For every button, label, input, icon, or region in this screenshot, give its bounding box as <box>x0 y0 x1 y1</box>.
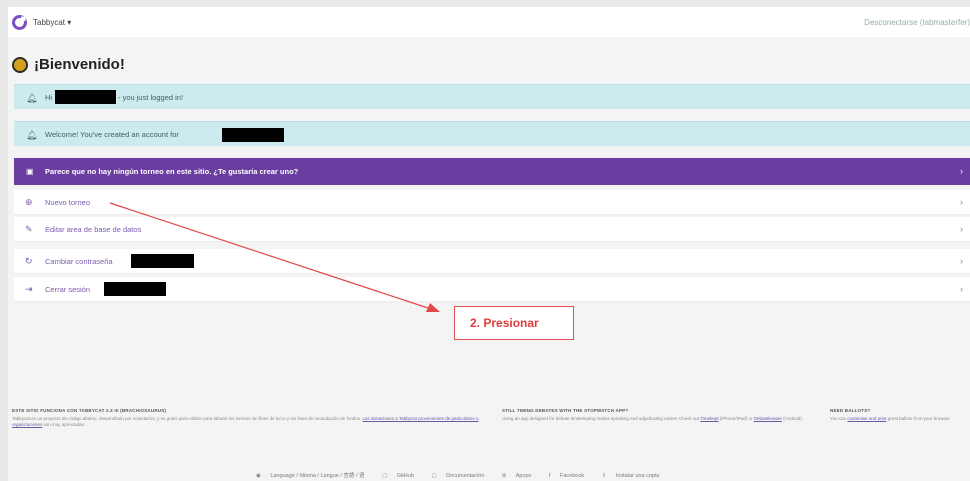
edit-icon: ✎ <box>25 224 33 234</box>
footer-col-about: ESTE SITIO FUNCIONA CON TABBYCAT 2.3 III… <box>12 408 482 428</box>
chevron-right-icon: › <box>960 197 963 207</box>
footer-timing-title: STILL TIMING DEBATES WITH THE STOPWATCH … <box>502 408 629 413</box>
facebook-label: Facebook <box>559 473 585 479</box>
refresh-icon: ↻ <box>25 256 33 266</box>
plus-circle-icon: ⊕ <box>25 197 33 207</box>
github-label: GitHub <box>396 473 414 479</box>
footer-print-link[interactable]: customise and print <box>847 416 886 421</box>
footer-timing-tail: (Android). <box>783 416 804 421</box>
support-link[interactable]: ⊚ Apoyo <box>502 473 539 479</box>
annotation-label: 2. Presionar <box>470 316 539 330</box>
top-navbar: Tabbycat ▾ Desconectarse (tabmasterfer) <box>8 7 970 37</box>
footer-ballots-tail: great ballots from your browser <box>887 416 950 421</box>
footer-about-text: Tabbycat es un proyecto de código abiert… <box>12 416 362 421</box>
redacted-username <box>222 128 284 142</box>
footer-debatekeeper-link[interactable]: Debatekeeper <box>754 416 782 421</box>
no-tournament-banner[interactable]: ▣ Parece que no hay ningún torneo en est… <box>14 158 970 185</box>
footer-timekept-link[interactable]: Timekept <box>700 416 718 421</box>
footer-links: ◉ Language / Idioma / Langue / 言語 / 语 ▢ … <box>256 471 675 479</box>
redacted-username <box>104 282 166 296</box>
install-label: Instalar una copia <box>615 473 660 479</box>
chevron-right-icon: › <box>960 284 963 294</box>
footer-col-ballots: NEED BALLOTS? You can customise and prin… <box>830 408 970 422</box>
account-alert: 🔔︎ Welcome! You've created an account fo… <box>14 121 970 146</box>
menu-edit-database[interactable]: ✎ Editar area de base de datos › <box>14 217 970 242</box>
redacted-username <box>131 254 194 268</box>
menu-change-password[interactable]: ↻ Cambiar contraseña › <box>14 249 970 274</box>
footer-col-timing: STILL TIMING DEBATES WITH THE STOPWATCH … <box>502 408 812 422</box>
login-alert: 🔔︎ Hi - you just logged in! <box>14 84 970 109</box>
download-icon: ⇩ <box>601 473 607 479</box>
menu-logout[interactable]: ⇥ Cerrar sesión › <box>14 277 970 302</box>
help-icon: ⊚ <box>501 473 507 479</box>
github-icon: ▢ <box>382 473 388 479</box>
facebook-icon: f <box>548 473 551 479</box>
chevron-right-icon: › <box>960 224 963 234</box>
book-icon: ▢ <box>431 473 437 479</box>
info-icon: ▣ <box>26 167 34 176</box>
install-link[interactable]: ⇩ Instalar una copia <box>602 473 668 479</box>
cat-face-icon <box>12 57 28 73</box>
login-alert-suffix: - you just logged in! <box>118 93 184 102</box>
language-link[interactable]: ◉ Language / Idioma / Langue / 言語 / 语 <box>256 473 373 479</box>
footer-ballots-text: You can <box>830 416 847 421</box>
menu-new-tournament-label: Nuevo torneo <box>45 198 91 207</box>
footer-about-tail: son muy apreciadas. <box>43 422 86 427</box>
footer-timing-mid: (iPhone/iPad) or <box>719 416 753 421</box>
login-alert-prefix: Hi <box>45 93 53 102</box>
logout-link[interactable]: Desconectarse (tabmasterfer) <box>864 18 970 27</box>
bell-icon: 🔔︎ <box>26 93 38 103</box>
docs-label: Documentación <box>446 473 485 479</box>
account-alert-text: Welcome! You've created an account for <box>45 130 179 139</box>
footer-ballots-title: NEED BALLOTS? <box>830 408 871 413</box>
language-label: Language / Idioma / Langue / 言語 / 语 <box>270 473 365 479</box>
support-label: Apoyo <box>515 473 532 479</box>
facebook-link[interactable]: f Facebook <box>549 473 592 479</box>
tabbycat-logo-icon[interactable] <box>12 15 27 30</box>
menu-new-tournament[interactable]: ⊕ Nuevo torneo › <box>14 190 970 215</box>
menu-edit-database-label: Editar area de base de datos <box>45 225 142 234</box>
footer-timing-text: Using an app designed for debate timekee… <box>502 416 700 421</box>
footer-about-title: ESTE SITIO FUNCIONA CON TABBYCAT 2.3 III… <box>12 408 167 413</box>
redacted-username <box>55 90 116 104</box>
menu-change-password-label: Cambiar contraseña <box>45 257 113 266</box>
menu-logout-label: Cerrar sesión <box>45 285 91 294</box>
brand-dropdown[interactable]: Tabbycat ▾ <box>33 18 71 27</box>
chevron-right-icon: › <box>960 256 963 266</box>
logout-icon: ⇥ <box>25 284 33 294</box>
github-link[interactable]: ▢ GitHub <box>382 473 422 479</box>
docs-link[interactable]: ▢ Documentación <box>431 473 492 479</box>
page-title: ¡Bienvenido! <box>34 56 125 73</box>
chevron-right-icon: › <box>960 166 963 176</box>
annotation-box: 2. Presionar <box>454 306 574 340</box>
no-tournament-text: Parece que no hay ningún torneo en este … <box>45 167 299 176</box>
globe-icon: ◉ <box>256 473 261 479</box>
bell-icon: 🔔︎ <box>26 130 38 140</box>
